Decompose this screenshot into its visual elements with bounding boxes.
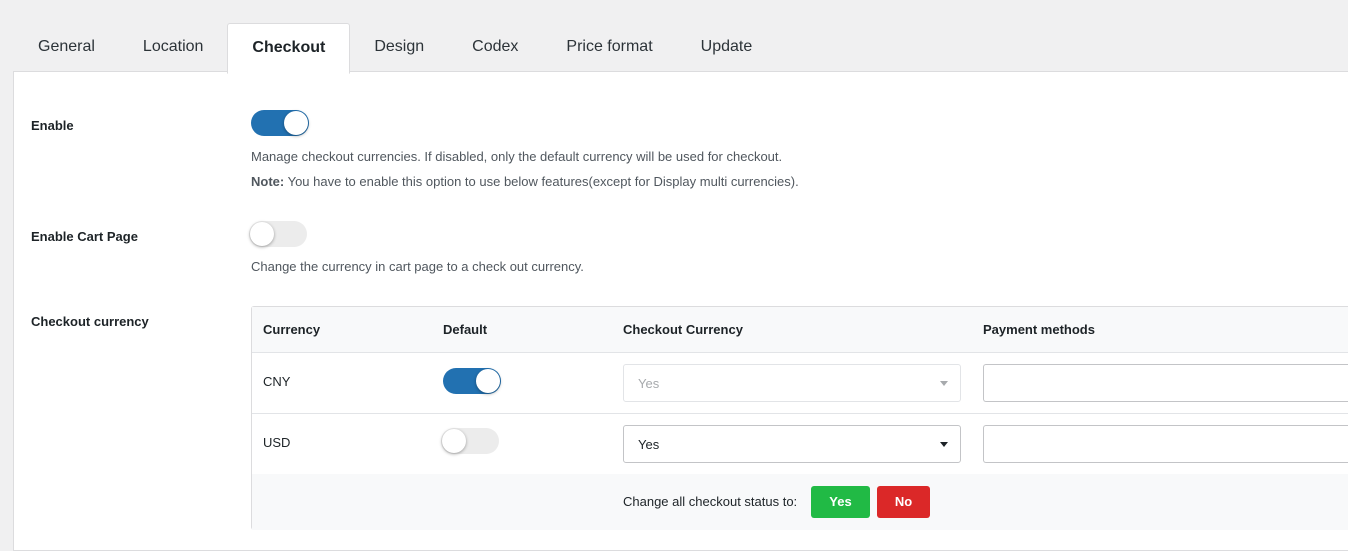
tab-codex[interactable]: Codex [448, 23, 542, 71]
table-header: Currency Default Checkout Currency Payme… [252, 307, 1348, 353]
column-header-payment-methods: Payment methods [983, 322, 1095, 337]
tab-general[interactable]: General [14, 23, 119, 71]
tab-price-format[interactable]: Price format [542, 23, 676, 71]
set-all-yes-button[interactable]: Yes [811, 486, 870, 518]
tab-location[interactable]: Location [119, 23, 228, 71]
enable-label: Enable [31, 118, 74, 133]
chevron-down-icon [940, 381, 948, 386]
enable-cart-page-label: Enable Cart Page [31, 229, 138, 244]
currency-code: CNY [263, 374, 291, 389]
tab-update[interactable]: Update [677, 23, 777, 71]
currency-code: USD [263, 435, 291, 450]
enable-toggle[interactable] [251, 110, 309, 136]
table-row: CNY Yes [252, 352, 1348, 414]
settings-tabs: General Location Checkout Design Codex P… [14, 23, 777, 74]
default-currency-toggle[interactable] [441, 428, 499, 454]
payment-methods-input[interactable] [983, 425, 1348, 463]
column-header-checkout-currency: Checkout Currency [623, 322, 743, 337]
checkout-currency-table: Currency Default Checkout Currency Payme… [251, 306, 1348, 530]
cart-page-description: Change the currency in cart page to a ch… [251, 259, 584, 274]
column-header-currency: Currency [263, 322, 321, 337]
enable-note: Note: You have to enable this option to … [251, 174, 799, 189]
table-footer: Change all checkout status to: Yes No [252, 474, 1348, 530]
payment-methods-input[interactable] [983, 364, 1348, 402]
note-label: Note: [251, 174, 285, 189]
column-header-default: Default [443, 322, 488, 337]
enable-cart-page-toggle[interactable] [249, 221, 307, 247]
set-all-no-button[interactable]: No [877, 486, 930, 518]
select-value: Yes [638, 376, 660, 391]
enable-description: Manage checkout currencies. If disabled,… [251, 149, 783, 164]
checkout-currency-select[interactable]: Yes [623, 425, 961, 463]
toggle-knob [284, 111, 308, 135]
tab-design[interactable]: Design [350, 23, 448, 71]
checkout-currency-label: Checkout currency [31, 314, 149, 329]
default-currency-toggle[interactable] [443, 368, 501, 394]
note-text: You have to enable this option to use be… [284, 174, 799, 189]
table-row: USD Yes [252, 413, 1348, 475]
toggle-knob [442, 429, 466, 453]
change-all-status-label: Change all checkout status to: [623, 494, 798, 509]
checkout-settings-panel: Enable Manage checkout currencies. If di… [13, 71, 1348, 551]
tab-checkout[interactable]: Checkout [227, 23, 351, 74]
toggle-knob [476, 369, 500, 393]
chevron-down-icon [940, 442, 948, 447]
select-value: Yes [638, 437, 660, 452]
checkout-currency-select: Yes [623, 364, 961, 402]
toggle-knob [250, 222, 274, 246]
